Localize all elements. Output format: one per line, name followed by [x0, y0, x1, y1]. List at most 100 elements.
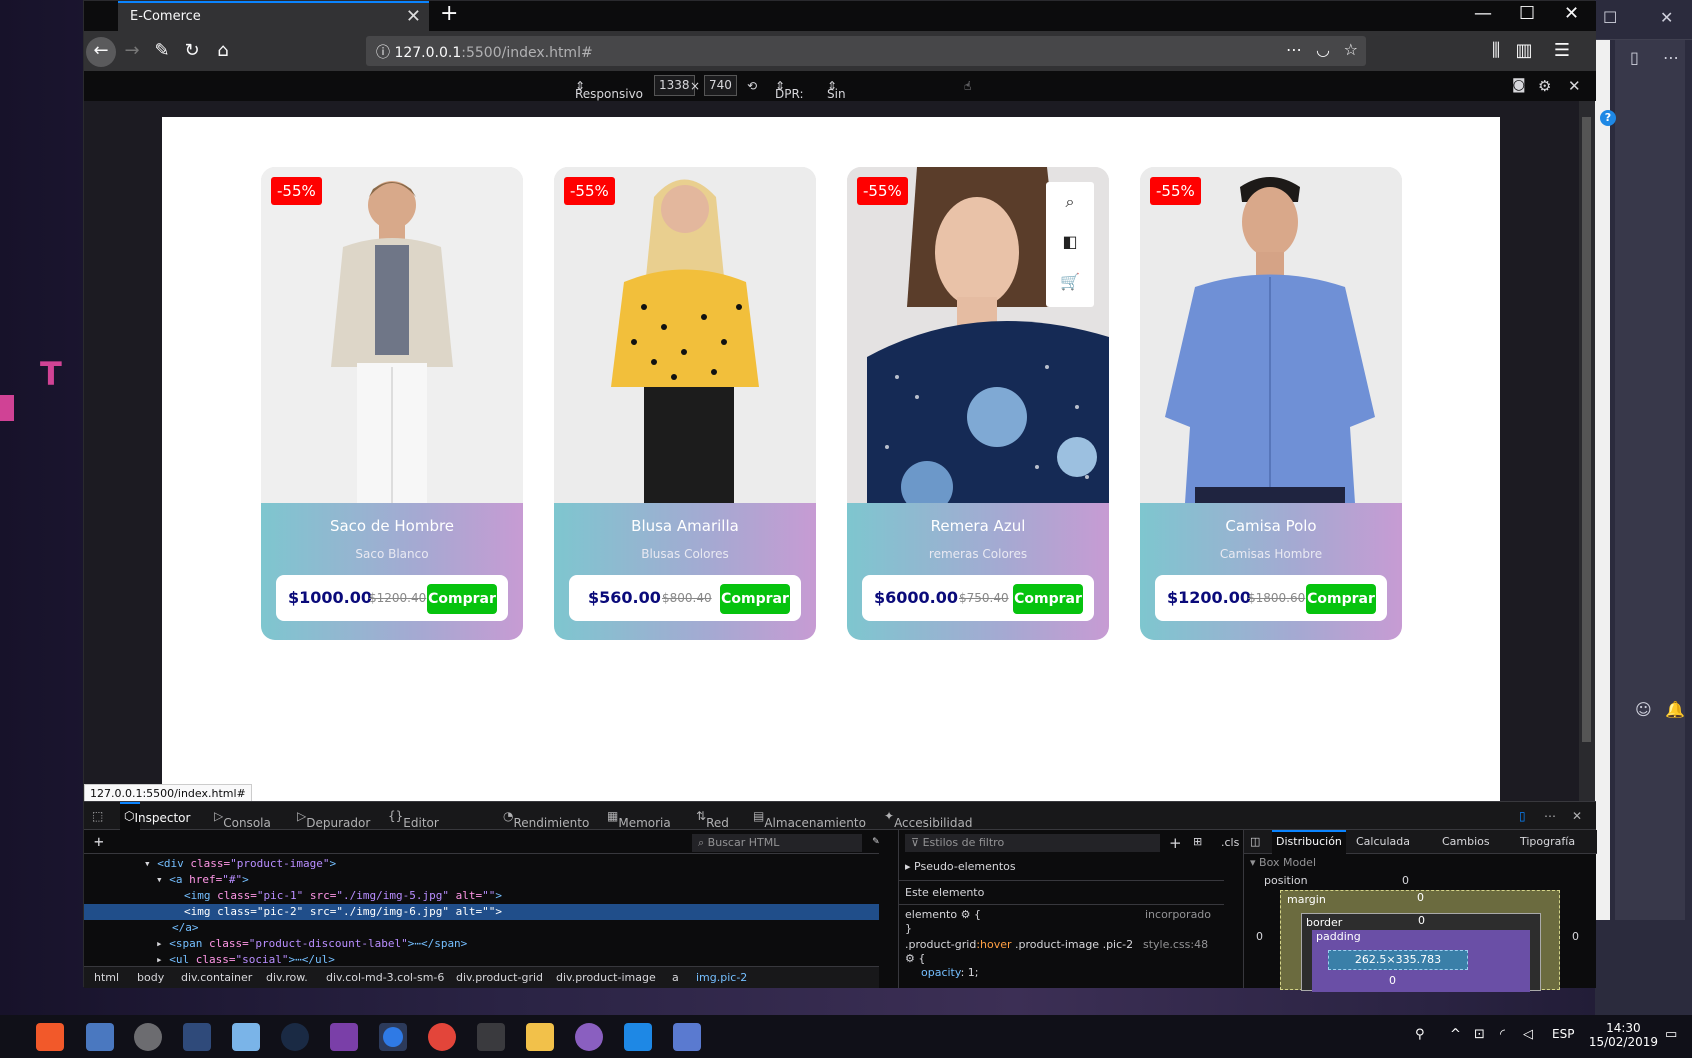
padding-box[interactable]: padding 262.5×335.783 — [1312, 930, 1530, 992]
crumb[interactable]: html — [94, 971, 119, 984]
help-icon[interactable]: ? — [1600, 110, 1616, 126]
product-name[interactable]: Camisa Polo — [1140, 517, 1402, 535]
people-icon[interactable]: ⚲ — [1415, 1027, 1425, 1042]
toggle-sidebar-icon[interactable]: ◫ — [1250, 835, 1260, 848]
pocket-icon[interactable]: ◡ — [1316, 40, 1330, 59]
steam-icon[interactable] — [281, 1023, 309, 1051]
tab-computed[interactable]: Calculada — [1356, 835, 1410, 848]
page-scrollbar[interactable] — [1579, 101, 1594, 801]
markup-node-selected[interactable]: <img class="pic-2" src="./img/img-6.jpg"… — [84, 904, 879, 920]
tab-style-editor[interactable]: {} Editor de estilo — [388, 809, 439, 858]
box-model-header[interactable]: ▾ Box Model — [1250, 856, 1316, 869]
info-icon[interactable]: ⓘ — [376, 45, 390, 61]
product-name[interactable]: Remera Azul — [847, 517, 1109, 535]
vscode-icon[interactable] — [624, 1023, 652, 1051]
markup-node[interactable]: ▾ <div class="product-image"> — [144, 856, 336, 872]
bookmark-star-icon[interactable]: ☆ — [1344, 40, 1358, 59]
back-icon[interactable]: ← — [86, 37, 116, 67]
tab-debugger[interactable]: ▷ Depurador — [297, 809, 370, 830]
chrome-icon[interactable] — [428, 1023, 456, 1051]
crumb[interactable]: body — [137, 971, 164, 984]
forward-icon[interactable]: → — [117, 37, 147, 67]
padding-bottom[interactable]: 0 — [1389, 974, 1396, 987]
markup-node[interactable]: ▸ <span class="product-discount-label">⋯… — [156, 936, 467, 952]
product-category[interactable]: Saco Blanco — [261, 547, 523, 561]
touch-icon[interactable]: ☝ — [964, 79, 971, 93]
filter-styles-input[interactable]: ⊽ Estilos de filtro — [905, 834, 1160, 852]
product-image[interactable] — [1140, 167, 1402, 503]
buy-button[interactable]: Comprar — [1013, 584, 1083, 614]
settings-icon[interactable]: ⚙ — [1538, 77, 1551, 95]
position-value[interactable]: 0 — [1402, 874, 1409, 887]
tab-fonts[interactable]: Tipografía — [1520, 835, 1575, 848]
pseudo-elements-toggle[interactable]: ▸ Pseudo-elementos — [905, 860, 1016, 873]
cart-icon[interactable]: 🛒 — [1046, 262, 1094, 302]
product-name[interactable]: Blusa Amarilla — [554, 517, 816, 535]
crumb[interactable]: div.product-grid — [456, 971, 543, 984]
tab-memory[interactable]: ▦ Memoria — [607, 809, 671, 830]
crumb-selected[interactable]: img.pic-2 — [696, 971, 747, 984]
height-input[interactable]: 740 — [704, 75, 737, 96]
product-category[interactable]: Blusas Colores — [554, 547, 816, 561]
screenshot-icon[interactable]: ◙ — [1512, 77, 1526, 93]
toggle-pseudo-icon[interactable]: ⊞ — [1193, 835, 1202, 848]
network-icon[interactable]: ⊡ — [1474, 1027, 1485, 1042]
eyedropper-icon[interactable]: ✎ — [872, 834, 879, 847]
app-icon[interactable] — [134, 1023, 162, 1051]
throttle-select[interactable]: Sin regulación ⇕ — [827, 79, 890, 115]
window-close-icon[interactable]: ✕ — [1564, 3, 1579, 24]
rotate-icon[interactable]: ⟲ — [747, 79, 757, 93]
markup-node[interactable]: ▾ <a href="#"> — [156, 872, 249, 888]
buy-button[interactable]: Comprar — [1306, 584, 1376, 614]
tab-layout[interactable]: Distribución — [1272, 830, 1346, 854]
folder-icon[interactable] — [526, 1023, 554, 1051]
margin-left[interactable]: 0 — [1256, 930, 1263, 943]
crumb[interactable]: div.product-image — [556, 971, 656, 984]
css-declaration[interactable]: opacity: 1; — [921, 966, 979, 979]
virtualbox-icon[interactable] — [183, 1023, 211, 1051]
home-icon[interactable]: ⌂ — [208, 37, 238, 67]
markup-node[interactable]: </a> — [172, 920, 199, 936]
sidebar-icon[interactable]: ▥ — [1509, 37, 1539, 67]
device-select[interactable]: Responsivo ⇕ — [575, 79, 643, 101]
width-input[interactable]: 1338 — [654, 75, 695, 96]
tab-console[interactable]: ▷ Consola — [214, 809, 271, 830]
paint-icon[interactable] — [673, 1023, 701, 1051]
wifi-icon[interactable]: ◜ — [1500, 1027, 1505, 1042]
markup-node[interactable]: <img class="pic-1" src="./img/img-5.jpg"… — [184, 888, 502, 904]
url-bar[interactable]: ⓘ 127.0.0.1:5500/index.html# ⋯ ◡ ☆ — [366, 36, 1366, 66]
bell-icon[interactable]: 🔔 — [1665, 700, 1685, 719]
close-rdm-icon[interactable]: ✕ — [1568, 77, 1581, 95]
browser-tab[interactable]: E-Comerce ✕ — [118, 1, 429, 31]
tab-storage[interactable]: ▤ Almacenamiento — [753, 809, 866, 830]
margin-box[interactable]: margin 0 border 0 padding 262.5×335.783 — [1280, 890, 1560, 992]
terminal-icon[interactable] — [477, 1023, 505, 1051]
search-icon[interactable]: ⌕ — [1046, 182, 1094, 222]
restore-icon[interactable]: ☐ — [1603, 8, 1617, 27]
library-icon[interactable]: ⫼ — [1481, 37, 1511, 67]
notifications-icon[interactable]: ▭ — [1665, 1027, 1677, 1042]
clock[interactable]: 14:30 15/02/2019 — [1589, 1021, 1658, 1049]
devtools-close-icon[interactable]: ✕ — [1572, 809, 1582, 823]
crumb[interactable]: div.col-md-3.col-sm-6 — [326, 971, 444, 984]
rule-source-link[interactable]: style.css:48 — [1143, 938, 1208, 951]
tools-icon[interactable]: ✎ — [147, 37, 177, 67]
chat-icon[interactable] — [575, 1023, 603, 1051]
minimize-icon[interactable]: — — [1474, 3, 1492, 24]
border-top[interactable]: 0 — [1418, 914, 1425, 927]
menu-icon[interactable]: ☰ — [1547, 37, 1577, 67]
element-rule[interactable]: elemento ⚙ { — [905, 908, 981, 921]
xampp-icon[interactable] — [36, 1023, 64, 1051]
tab-network[interactable]: ⇅ Red — [696, 809, 729, 830]
cls-button[interactable]: .cls — [1221, 836, 1239, 849]
crumb[interactable]: div.container — [181, 971, 252, 984]
add-rule-icon[interactable]: + — [1169, 834, 1182, 852]
maximize-icon[interactable]: ☐ — [1519, 3, 1535, 24]
tab-performance[interactable]: ◔ Rendimiento — [503, 809, 589, 830]
close-tab-icon[interactable]: ✕ — [406, 6, 421, 27]
border-box[interactable]: border 0 padding 262.5×335.783 — [1301, 913, 1541, 992]
tab-inspector[interactable]: ⬡ Inspector — [120, 802, 190, 830]
product-name[interactable]: Saco de Hombre — [261, 517, 523, 535]
product-card[interactable]: -55% Saco de Hombre Saco Blanco $1000.00… — [261, 167, 523, 640]
computer-icon[interactable] — [86, 1023, 114, 1051]
